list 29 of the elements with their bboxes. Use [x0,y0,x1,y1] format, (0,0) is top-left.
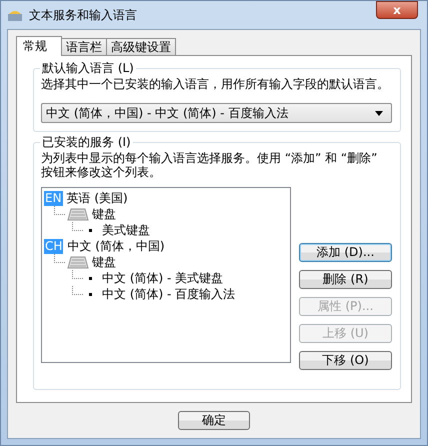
tree-item[interactable]: 中文 (简体) - 美式键盘 [102,270,224,286]
ok-button[interactable]: 确定 [178,411,250,430]
dropdown-arrow-icon [375,110,383,116]
tree-item[interactable]: 中文 (简体，中国) [67,238,165,254]
description-text: 选择其中一个已安装的输入语言，用作所有输入字段的默认语言。 [41,77,390,91]
tab[interactable]: 高级键设置 [106,38,176,55]
bullet-icon [89,292,92,296]
description-text: 为列表中显示的每个输入语言选择服务。使用 “添加” 和 “删除” 按钮来修改这个列表。 [41,151,378,179]
app-icon [7,8,23,22]
tree-item[interactable]: 键盘 [92,254,116,270]
action-button[interactable]: 删除 (R) [299,270,392,289]
bullet-icon [89,276,92,280]
group-legend: 已安装的服务 (I) [40,135,133,149]
tab[interactable]: 常规 [16,36,62,56]
keyboard-icon [67,208,89,220]
language-badge: EN [44,190,63,206]
group-legend: 默认输入语言 (L) [40,61,136,75]
action-button[interactable]: 下移 (O) [299,351,392,370]
language-dropdown[interactable]: 中文 (简体，中国) - 中文 (简体) - 百度输入法 [41,103,392,123]
keyboard-icon [67,256,89,268]
window-title: 文本服务和输入语言 [29,6,137,24]
tree-item[interactable]: 中文 (简体) - 百度输入法 [102,286,236,302]
tree-item[interactable]: 英语 (美国) [66,190,128,206]
language-badge: CH [44,238,64,254]
tree-item[interactable]: 键盘 [92,206,116,222]
bullet-icon [89,228,92,232]
tree-item[interactable]: 美式键盘 [102,222,150,238]
action-button[interactable]: 添加 (D)... [299,243,392,262]
tab[interactable]: 语言栏 [61,38,107,55]
